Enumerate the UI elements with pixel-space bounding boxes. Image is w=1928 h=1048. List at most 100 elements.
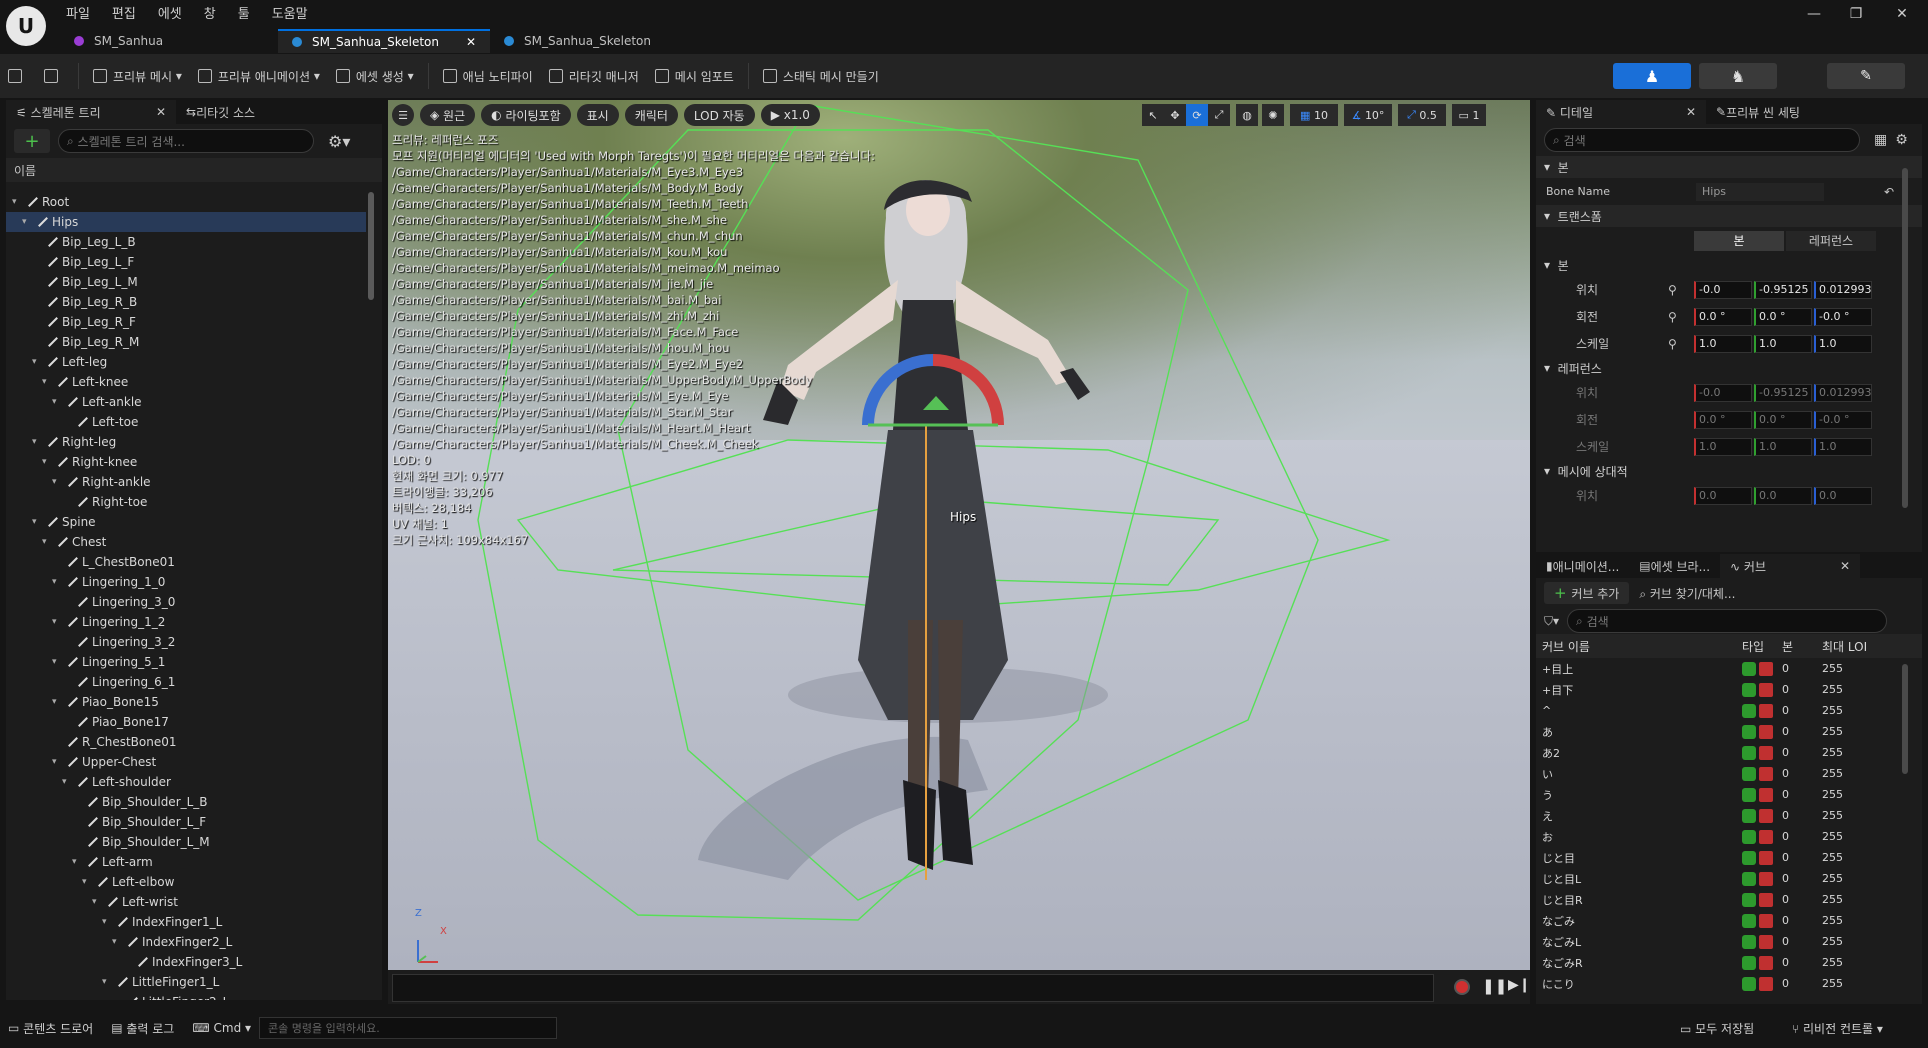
tree-row[interactable]: Bip_Leg_R_F [6,312,366,332]
material-curve-icon[interactable] [1759,829,1773,844]
bone-space-button[interactable]: 본 [1694,230,1784,251]
preview-animation-button[interactable]: 프리뷰 애니메이션 ▾ [190,61,328,91]
morph-target-icon[interactable] [1742,871,1756,886]
collapse-arrow-icon[interactable]: ▾ [42,457,52,467]
collapse-arrow-icon[interactable]: ▾ [32,437,42,447]
save-all-status[interactable]: ▭ 모두 저장됨 [1680,1020,1754,1037]
morph-target-icon[interactable] [1742,682,1756,697]
details-search-input[interactable]: ⌕ 검색 [1544,128,1860,152]
section-transform[interactable]: ▾ 트랜스폼 [1536,205,1922,227]
collapse-arrow-icon[interactable]: ▾ [52,617,62,627]
tree-row[interactable]: ▾ Left-ankle [6,392,366,412]
tree-row[interactable]: Lingering_3_0 [6,592,366,612]
morph-target-icon[interactable] [1742,850,1756,865]
tree-row[interactable]: Bip_Shoulder_L_B [6,792,366,812]
tab-sm-sanhua[interactable]: SM_Sanhua [60,30,278,52]
tree-row[interactable]: Right-toe [6,492,366,512]
material-curve-icon[interactable] [1759,745,1773,760]
create-asset-button[interactable]: 에셋 생성 ▾ [328,61,422,91]
pause-icon[interactable]: ❚❚ [1482,977,1507,995]
world-local-icon[interactable]: ◍ [1236,104,1258,126]
coordinate-space-icon[interactable]: ⚲ [1668,283,1694,297]
mesh-import-button[interactable]: 메시 임포트 [647,61,742,91]
curve-row[interactable]: え 0 255 [1536,805,1922,826]
tree-row[interactable]: ▾ IndexFinger1_L [6,912,366,932]
tree-scrollbar[interactable] [368,192,374,300]
table-view-icon[interactable]: ▦ [1874,132,1887,148]
bone-scale-y-field[interactable]: 1.0 [1754,334,1812,353]
curve-search-input[interactable]: ⌕ 검색 [1567,609,1888,633]
collapse-arrow-icon[interactable]: ▾ [32,357,42,367]
unreal-logo-icon[interactable]: U [6,6,46,46]
tree-row[interactable]: ▾ Left-knee [6,372,366,392]
curve-row[interactable]: なごみL 0 255 [1536,931,1922,952]
material-curve-icon[interactable] [1759,808,1773,823]
scale-snap-toggle[interactable]: ⤢ 0.5 [1398,104,1446,126]
collapse-arrow-icon[interactable]: ▾ [42,377,52,387]
save-icon[interactable] [0,61,36,91]
record-icon[interactable] [1454,979,1470,995]
camera-speed-button[interactable]: ▭ 1 [1452,104,1486,126]
column-header-bone[interactable]: 본 [1782,638,1822,655]
collapse-arrow-icon[interactable]: ▾ [62,777,72,787]
tree-row[interactable]: ▾ Left-wrist [6,892,366,912]
surface-snap-icon[interactable]: ✺ [1262,104,1284,126]
tab-sm-sanhua-skeleton[interactable]: SM_Sanhua_Skeleton [490,30,698,52]
add-curve-button[interactable]: + 커브 추가 [1544,582,1630,604]
retarget-manager-button[interactable]: 리타깃 매니저 [541,61,647,91]
material-curve-icon[interactable] [1759,661,1773,676]
skeleton-mode-button[interactable]: ♟ [1613,63,1691,89]
curve-row[interactable]: あ 0 255 [1536,721,1922,742]
column-header-max-lod[interactable]: 최대 LOI [1822,638,1882,655]
skeleton-search-input[interactable]: ⌕ 스켈레톤 트리 검색... [58,129,314,153]
add-socket-button[interactable]: + [14,129,50,153]
section-bone[interactable]: ▾ 본 [1536,156,1922,178]
perspective-button[interactable]: ◈ 원근 [420,104,476,126]
tree-row[interactable]: ▾ Right-leg [6,432,366,452]
curve-row[interactable]: にこり 0 255 [1536,973,1922,994]
collapse-arrow-icon[interactable]: ▾ [12,197,22,207]
column-header-type[interactable]: 타입 [1742,638,1782,655]
viewport-options-icon[interactable]: ☰ [392,104,414,126]
bone-rotation-x-field[interactable]: 0.0 ° [1694,307,1752,326]
collapse-arrow-icon[interactable]: ▾ [112,937,122,947]
show-button[interactable]: 표시 [576,104,619,126]
bone-location-z-field[interactable]: 0.012993 [1814,280,1872,299]
collapse-arrow-icon[interactable]: ▾ [52,657,62,667]
find-replace-curve-button[interactable]: ⌕ 커브 찾기/대체... [1639,585,1735,602]
morph-target-icon[interactable] [1742,892,1756,907]
revision-control-button[interactable]: ⑂ 리비전 컨트롤 ▾ [1792,1020,1883,1037]
curve-row[interactable]: +目下 0 255 [1536,679,1922,700]
tree-row[interactable]: Bip_Shoulder_L_F [6,812,366,832]
material-curve-icon[interactable] [1759,934,1773,949]
collapse-arrow-icon[interactable]: ▾ [52,397,62,407]
lighting-button[interactable]: ◐ 라이팅포함 [481,104,571,126]
material-curve-icon[interactable] [1759,955,1773,970]
subsection-reference[interactable]: ▾ 레퍼런스 [1536,357,1922,379]
tree-row[interactable]: Bip_Shoulder_L_M [6,832,366,852]
morph-target-icon[interactable] [1742,808,1756,823]
close-tab-icon[interactable]: ✕ [466,35,476,49]
curve-row[interactable]: あ2 0 255 [1536,742,1922,763]
tree-row[interactable]: ▾ Lingering_1_2 [6,612,366,632]
anim-notify-button[interactable]: 애님 노티파이 [435,61,541,91]
material-curve-icon[interactable] [1759,703,1773,718]
menu-help[interactable]: 도움말 [272,3,308,22]
physics-mode-button[interactable]: ✎ [1827,63,1905,89]
coordinate-space-icon[interactable]: ⚲ [1668,337,1694,351]
tree-row[interactable]: Lingering_6_1 [6,672,366,692]
cmd-dropdown[interactable]: ⌨ Cmd ▾ [192,1021,251,1035]
bone-location-x-field[interactable]: -0.0 [1694,280,1752,299]
collapse-arrow-icon[interactable]: ▾ [52,757,62,767]
output-log-button[interactable]: ▤ 출력 로그 [111,1020,174,1037]
collapse-arrow-icon[interactable]: ▾ [72,857,82,867]
tab-details[interactable]: ✎ 디테일 ✕ [1536,100,1706,124]
morph-target-icon[interactable] [1742,934,1756,949]
curve-row[interactable]: じと目 0 255 [1536,847,1922,868]
menu-edit[interactable]: 편집 [112,3,136,22]
material-curve-icon[interactable] [1759,892,1773,907]
reference-space-button[interactable]: 레퍼런스 [1786,230,1876,251]
collapse-arrow-icon[interactable]: ▾ [32,517,42,527]
lod-button[interactable]: LOD 자동 [683,104,755,126]
morph-target-icon[interactable] [1742,703,1756,718]
